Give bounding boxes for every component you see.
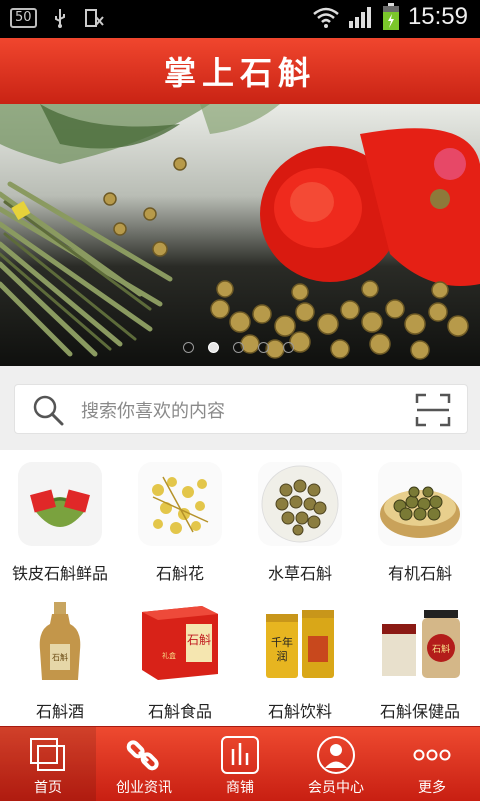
svg-text:石斛: 石斛 [432, 643, 450, 655]
category-label: 石斛保健品 [379, 702, 460, 721]
svg-text:礼盒: 礼盒 [162, 651, 176, 660]
banner-image [0, 104, 480, 360]
banner-carousel[interactable] [0, 104, 480, 366]
tab-label: 商铺 [226, 780, 254, 796]
signal-icon [348, 7, 371, 28]
debug-icon [84, 9, 104, 27]
tab-label: 会员中心 [308, 780, 364, 796]
tab-label: 更多 [418, 780, 446, 796]
scan-icon[interactable] [415, 393, 451, 427]
search-input[interactable]: 搜索你喜欢的内容 [81, 397, 225, 423]
search-bar[interactable]: 搜索你喜欢的内容 [14, 384, 468, 434]
carousel-dot[interactable] [258, 342, 269, 353]
search-section: 搜索你喜欢的内容 [0, 366, 480, 450]
chart-bar-icon [221, 736, 259, 774]
tab-label: 创业资讯 [116, 780, 172, 796]
category-thumb: 石斛 [18, 600, 102, 684]
title-bar: 掌上石斛 [0, 38, 480, 104]
notification-badge: 50 [10, 8, 37, 28]
category-item[interactable]: 石斛 石斛酒 [0, 588, 120, 726]
carousel-dot[interactable] [283, 342, 294, 353]
tab-business-news[interactable]: 创业资讯 [96, 727, 192, 801]
category-label: 水草石斛 [267, 564, 332, 583]
category-label: 石斛食品 [147, 702, 212, 721]
category-label: 石斛花 [155, 564, 204, 583]
category-thumb [258, 462, 342, 546]
usb-icon [54, 9, 65, 28]
category-item[interactable]: 石斛礼盒 石斛食品 [120, 588, 240, 726]
category-thumb: 石斛 [378, 600, 462, 684]
link-icon [126, 740, 159, 771]
bottom-tab-bar: 首页 创业资讯 商铺 会员中心 更多 [0, 726, 480, 801]
wifi-icon [313, 7, 339, 28]
status-bar: 50 15:59 [0, 0, 480, 38]
carousel-dot[interactable] [208, 342, 219, 353]
category-item[interactable]: 石斛花 [120, 450, 240, 588]
tab-member-center[interactable]: 会员中心 [288, 727, 384, 801]
category-grid: 铁皮石斛鲜品 石斛花 水草石斛 有机石斛 石斛 石斛酒 石斛 礼盒 石斛食品 千年… [0, 450, 480, 726]
more-icon [413, 749, 451, 761]
svg-text:千年: 千年 [271, 635, 293, 649]
category-item[interactable]: 石斛 石斛保健品 [360, 588, 480, 726]
tab-shop[interactable]: 商铺 [192, 727, 288, 801]
category-thumb: 石斛礼盒 [138, 600, 222, 684]
svg-text:润: 润 [277, 649, 288, 663]
category-thumb [18, 462, 102, 546]
home-icon [30, 738, 65, 771]
carousel-dot[interactable] [183, 342, 194, 353]
category-thumb: 千年润 [258, 600, 342, 684]
category-item[interactable]: 铁皮石斛鲜品 [0, 450, 120, 588]
tab-more[interactable]: 更多 [384, 727, 480, 801]
app-title: 掌上石斛 [163, 54, 316, 92]
category-item[interactable]: 有机石斛 [360, 450, 480, 588]
tab-label: 首页 [34, 780, 62, 796]
battery-icon [382, 3, 399, 30]
search-icon [33, 395, 64, 426]
category-item[interactable]: 千年润 石斛饮料 [240, 588, 360, 726]
carousel-indicators [183, 342, 294, 353]
svg-text:石斛: 石斛 [187, 633, 211, 647]
carousel-dot[interactable] [233, 342, 244, 353]
svg-text:石斛: 石斛 [52, 652, 68, 662]
category-item[interactable]: 水草石斛 [240, 450, 360, 588]
category-thumb [378, 462, 462, 546]
category-label: 石斛饮料 [267, 702, 332, 721]
category-label: 有机石斛 [387, 564, 452, 583]
category-label: 铁皮石斛鲜品 [11, 564, 108, 583]
category-thumb [138, 462, 222, 546]
clock: 15:59 [407, 3, 468, 30]
category-label: 石斛酒 [35, 702, 84, 721]
user-icon [317, 736, 355, 774]
tab-home[interactable]: 首页 [0, 727, 96, 801]
